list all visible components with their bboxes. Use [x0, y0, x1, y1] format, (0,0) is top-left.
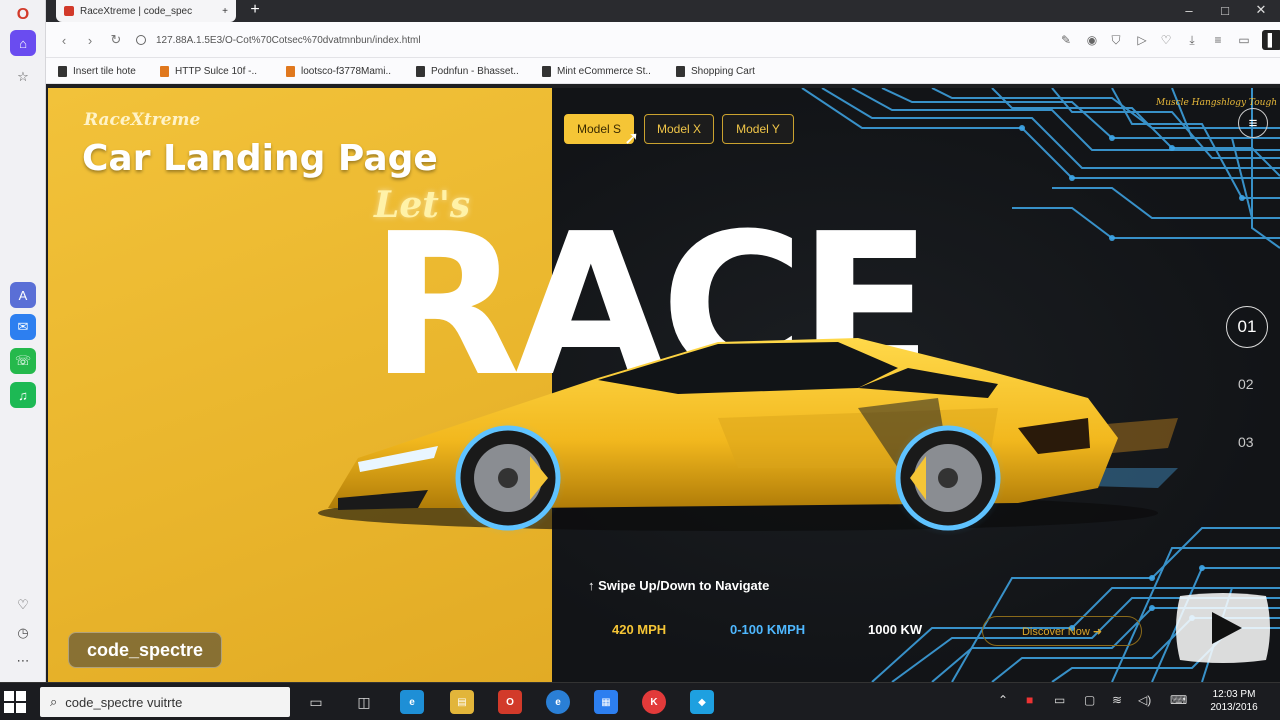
browser-icon[interactable]: e	[546, 690, 570, 714]
new-tab-button[interactable]: +	[244, 0, 266, 20]
tab-strip: RaceXtreme | code_spec + + – □ ✕	[46, 0, 1280, 22]
landing-page: RaceXtreme Car Landing Page RACE Let's M…	[48, 88, 1280, 682]
more-icon[interactable]: ⋯	[10, 648, 36, 674]
tagline-text: Muscle Hangshlogy Tough	[1156, 98, 1278, 108]
page-icon	[160, 65, 169, 77]
address-bar[interactable]: 127.88A.1.5E3/O-Cot%70Cotsec%70dvatmnbun…	[136, 28, 1046, 52]
app-icon[interactable]: ◆	[690, 690, 714, 714]
stat-top-speed: 420 MPH	[612, 622, 667, 637]
tray-volume-icon[interactable]: ◁)	[1138, 693, 1151, 707]
slide-indicator-03[interactable]: 03	[1238, 434, 1254, 450]
bookmark-label: Insert tile hote	[73, 65, 136, 77]
tray-app-icon[interactable]: ■	[1026, 693, 1033, 707]
video-title: Car Landing Page	[82, 138, 438, 179]
tab-favicon-icon	[64, 6, 74, 16]
bookmark-item[interactable]: Mint eCommerce St..	[542, 63, 651, 79]
bookmark-label: Shopping Cart	[691, 65, 755, 77]
bookmark-item[interactable]: Insert tile hote	[58, 63, 136, 79]
camera-icon[interactable]: ◉	[1082, 30, 1102, 50]
maximize-icon[interactable]: □	[1210, 0, 1240, 20]
opera-logo-icon[interactable]: O	[10, 2, 36, 28]
model-y-button[interactable]: Model Y	[722, 114, 794, 144]
bookmark-item[interactable]: Podnfun - Bhasset..	[416, 63, 519, 79]
page-icon	[676, 65, 685, 77]
shield-icon[interactable]: ⛉	[1106, 30, 1126, 50]
search-text: code_spectre vuitrte	[65, 694, 183, 710]
bookmark-item[interactable]: lootsco-f3778Mami..	[286, 63, 391, 79]
slide-indicator-02[interactable]: 02	[1238, 376, 1254, 392]
tab-title: RaceXtreme | code_spec	[80, 5, 193, 17]
taskbar-search-input[interactable]: ⌕ code_spectre vuitrte	[40, 687, 290, 717]
bookmark-label: Mint eCommerce St..	[557, 65, 651, 77]
taskbar-clock[interactable]: 12:03 PM 2013/2016	[1204, 688, 1264, 714]
task-view-icon[interactable]: ▭	[304, 690, 328, 714]
swipe-hint: ↑ Swipe Up/Down to Navigate	[588, 578, 770, 593]
browser-sidebar: O ⌂ ☆ A ✉ ☏ ♫ ♡ ◷ ⋯	[0, 0, 46, 682]
minimize-icon[interactable]: –	[1174, 0, 1204, 20]
site-info-icon[interactable]	[136, 35, 146, 45]
bookmark-item[interactable]: HTTP Sulce 10f -..	[160, 63, 257, 79]
page-icon	[58, 65, 67, 77]
sports-car-image	[318, 338, 1178, 536]
history-icon[interactable]: ◷	[10, 620, 36, 646]
tray-chevron-icon[interactable]: ⌃	[998, 693, 1008, 707]
page-icon	[542, 65, 551, 77]
close-icon[interactable]: ✕	[1246, 0, 1276, 20]
app-icon[interactable]: A	[10, 282, 36, 308]
tray-display-icon[interactable]: ▢	[1084, 693, 1095, 707]
slide-indicator-01[interactable]: 01	[1226, 306, 1268, 348]
star-icon[interactable]: ☆	[10, 64, 36, 90]
tray-language-icon[interactable]: ⌨	[1170, 693, 1187, 707]
opera-icon[interactable]: O	[498, 690, 522, 714]
spotify-icon[interactable]: ♫	[10, 382, 36, 408]
tab-racextreme[interactable]: RaceXtreme | code_spec +	[56, 0, 236, 22]
messenger-icon[interactable]: ✉	[10, 314, 36, 340]
bookmarks-bar: Insert tile hote HTTP Sulce 10f -.. loot…	[46, 58, 1280, 84]
whatsapp-icon[interactable]: ☏	[10, 348, 36, 374]
bookmark-label: Podnfun - Bhasset..	[431, 65, 519, 77]
address-text: 127.88A.1.5E3/O-Cot%70Cotsec%70dvatmnbun…	[156, 34, 421, 46]
play-button-icon[interactable]	[1168, 588, 1278, 678]
edit-icon[interactable]: ✎	[1056, 30, 1076, 50]
heart-outline-icon[interactable]: ♡	[1156, 30, 1176, 50]
antivirus-icon[interactable]: K	[642, 690, 666, 714]
bookmark-label: lootsco-f3778Mami..	[301, 65, 392, 77]
windows-taskbar: ⌕ code_spectre vuitrte ▭ ◫ e ▤ O e ▦ K ◆…	[0, 682, 1280, 720]
heart-icon[interactable]: ♡	[10, 592, 36, 618]
sidebar-toggle-icon[interactable]: ▭	[1234, 30, 1254, 50]
bookmark-item[interactable]: Shopping Cart	[676, 63, 755, 79]
tab-plus[interactable]: +	[222, 6, 228, 17]
page-icon	[286, 65, 295, 77]
extension-icon[interactable]: ▌	[1262, 30, 1280, 50]
file-explorer-icon[interactable]: ▤	[450, 690, 474, 714]
edge-icon[interactable]: e	[400, 690, 424, 714]
clock-date: 2013/2016	[1210, 702, 1258, 713]
page-icon	[416, 65, 425, 77]
mouse-cursor-icon: ➚	[624, 128, 640, 148]
tray-network-icon[interactable]: ≋	[1112, 693, 1122, 707]
model-x-button[interactable]: Model X	[644, 114, 714, 144]
windows-start-icon[interactable]	[4, 691, 26, 713]
widgets-icon[interactable]: ◫	[352, 690, 376, 714]
tray-battery-icon[interactable]: ▭	[1054, 693, 1065, 707]
lets-text: Let's	[374, 184, 471, 226]
play-icon[interactable]: ▷	[1132, 30, 1152, 50]
discover-now-button[interactable]: Discover Now ➜	[982, 616, 1142, 646]
browser-toolbar: ‹ › ↻ 127.88A.1.5E3/O-Cot%70Cotsec%70dva…	[46, 22, 1280, 58]
home-icon[interactable]: ⌂	[10, 30, 36, 56]
stat-power: 1000 KW	[868, 622, 923, 637]
stat-acceleration: 0-100 KMPH	[730, 622, 806, 637]
search-icon: ⌕	[50, 694, 58, 709]
bookmark-label: HTTP Sulce 10f -..	[175, 65, 258, 77]
clock-time: 12:03 PM	[1212, 689, 1256, 700]
back-icon[interactable]: ‹	[54, 30, 74, 50]
menu-icon[interactable]: ≡	[1208, 30, 1228, 50]
reload-icon[interactable]: ↻	[106, 30, 126, 50]
channel-watermark: code_spectre	[68, 632, 222, 668]
forward-icon[interactable]: ›	[80, 30, 100, 50]
brand-logo[interactable]: RaceXtreme	[84, 110, 200, 130]
store-icon[interactable]: ▦	[594, 690, 618, 714]
hamburger-menu-icon[interactable]: ≡	[1238, 108, 1268, 138]
download-icon[interactable]: ⤓	[1182, 30, 1202, 50]
